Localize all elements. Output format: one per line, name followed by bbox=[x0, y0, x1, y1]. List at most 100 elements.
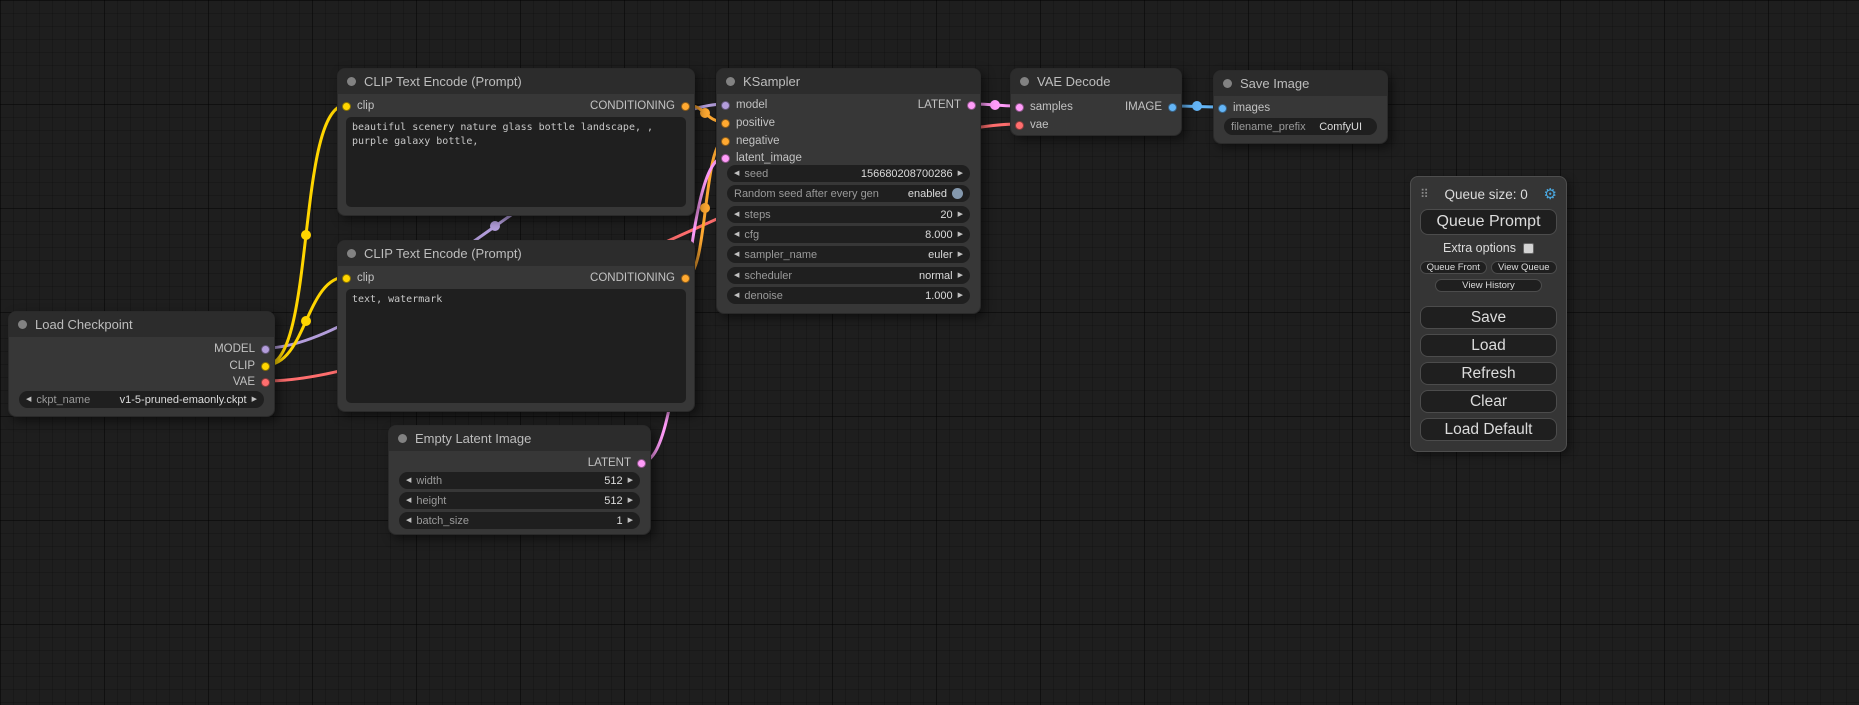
latent-slot-dot[interactable] bbox=[1015, 103, 1024, 112]
width-widget[interactable]: ◀ width 512 ▶ bbox=[399, 472, 640, 489]
queue-prompt-button[interactable]: Queue Prompt bbox=[1420, 209, 1557, 235]
arrow-left-icon[interactable]: ◀ bbox=[734, 231, 739, 238]
queue-panel[interactable]: ⠿ Queue size: 0 ⚙ Queue Prompt Extra opt… bbox=[1410, 176, 1567, 452]
node-clip-text-encode-positive[interactable]: CLIP Text Encode (Prompt) clip CONDITION… bbox=[337, 68, 695, 216]
link-midpoint-dot[interactable] bbox=[301, 316, 311, 326]
arrow-right-icon[interactable]: ▶ bbox=[958, 231, 963, 238]
slot-vae-input[interactable]: vae bbox=[1015, 117, 1049, 133]
slot-latent-output[interactable]: LATENT bbox=[918, 97, 976, 113]
model-slot-dot[interactable] bbox=[721, 101, 730, 110]
link-midpoint-dot[interactable] bbox=[990, 100, 1000, 110]
arrow-right-icon[interactable]: ▶ bbox=[958, 272, 963, 279]
arrow-left-icon[interactable]: ◀ bbox=[734, 211, 739, 218]
view-history-button[interactable]: View History bbox=[1435, 279, 1542, 292]
scheduler-widget[interactable]: ◀ scheduler normal ▶ bbox=[727, 267, 970, 284]
arrow-right-icon[interactable]: ▶ bbox=[628, 497, 633, 504]
image-slot-dot[interactable] bbox=[1168, 103, 1177, 112]
arrow-left-icon[interactable]: ◀ bbox=[734, 251, 739, 258]
link-midpoint-dot[interactable] bbox=[1192, 101, 1202, 111]
collapse-dot-icon[interactable] bbox=[347, 77, 356, 86]
vae-slot-dot[interactable] bbox=[1015, 121, 1024, 130]
conditioning-slot-dot[interactable] bbox=[681, 102, 690, 111]
view-queue-button[interactable]: View Queue bbox=[1491, 261, 1558, 274]
clip-slot-dot[interactable] bbox=[342, 102, 351, 111]
collapse-dot-icon[interactable] bbox=[726, 77, 735, 86]
vae-slot-dot[interactable] bbox=[261, 378, 270, 387]
drag-handle-icon[interactable]: ⠿ bbox=[1420, 187, 1429, 201]
link-midpoint-dot[interactable] bbox=[490, 221, 500, 231]
arrow-right-icon[interactable]: ▶ bbox=[628, 517, 633, 524]
slot-samples-input[interactable]: samples bbox=[1015, 99, 1073, 115]
arrow-right-icon[interactable]: ▶ bbox=[958, 170, 963, 177]
collapse-dot-icon[interactable] bbox=[1020, 77, 1029, 86]
arrow-left-icon[interactable]: ◀ bbox=[406, 477, 411, 484]
slot-model-output[interactable]: MODEL bbox=[214, 341, 270, 357]
sampler-name-widget[interactable]: ◀ sampler_name euler ▶ bbox=[727, 246, 970, 263]
node-empty-latent-image[interactable]: Empty Latent Image LATENT ◀ width 512 ▶ … bbox=[388, 425, 651, 535]
arrow-left-icon[interactable]: ◀ bbox=[734, 170, 739, 177]
node-titlebar[interactable]: Load Checkpoint bbox=[9, 312, 274, 337]
collapse-dot-icon[interactable] bbox=[347, 249, 356, 258]
clip-slot-dot[interactable] bbox=[342, 274, 351, 283]
clip-slot-dot[interactable] bbox=[261, 362, 270, 371]
steps-widget[interactable]: ◀ steps 20 ▶ bbox=[727, 206, 970, 223]
slot-latent-image-input[interactable]: latent_image bbox=[721, 150, 802, 166]
conditioning-slot-dot[interactable] bbox=[681, 274, 690, 283]
node-vae-decode[interactable]: VAE Decode samples vae IMAGE bbox=[1010, 68, 1182, 136]
arrow-left-icon[interactable]: ◀ bbox=[26, 396, 31, 403]
slot-vae-output[interactable]: VAE bbox=[233, 374, 270, 390]
node-titlebar[interactable]: Save Image bbox=[1214, 71, 1387, 96]
prompt-textarea[interactable]: beautiful scenery nature glass bottle la… bbox=[346, 117, 686, 207]
collapse-dot-icon[interactable] bbox=[1223, 79, 1232, 88]
height-widget[interactable]: ◀ height 512 ▶ bbox=[399, 492, 640, 509]
queue-front-button[interactable]: Queue Front bbox=[1420, 261, 1487, 274]
arrow-right-icon[interactable]: ▶ bbox=[958, 251, 963, 258]
slot-images-input[interactable]: images bbox=[1218, 100, 1270, 116]
slot-clip-input[interactable]: clip bbox=[342, 98, 374, 114]
cfg-widget[interactable]: ◀ cfg 8.000 ▶ bbox=[727, 226, 970, 243]
slot-positive-input[interactable]: positive bbox=[721, 115, 775, 131]
extra-options-checkbox[interactable] bbox=[1523, 243, 1534, 254]
random-seed-toggle-widget[interactable]: Random seed after every gen enabled bbox=[727, 185, 970, 202]
collapse-dot-icon[interactable] bbox=[398, 434, 407, 443]
model-slot-dot[interactable] bbox=[261, 345, 270, 354]
prompt-textarea[interactable]: text, watermark bbox=[346, 289, 686, 403]
link-midpoint-dot[interactable] bbox=[700, 203, 710, 213]
node-titlebar[interactable]: CLIP Text Encode (Prompt) bbox=[338, 69, 694, 94]
node-load-checkpoint[interactable]: Load Checkpoint MODEL CLIP VAE ◀ ckpt_na… bbox=[8, 311, 275, 417]
latent-slot-dot[interactable] bbox=[637, 459, 646, 468]
slot-latent-output[interactable]: LATENT bbox=[588, 455, 646, 471]
refresh-button[interactable]: Refresh bbox=[1420, 362, 1557, 385]
arrow-right-icon[interactable]: ▶ bbox=[628, 477, 633, 484]
load-default-button[interactable]: Load Default bbox=[1420, 418, 1557, 441]
arrow-right-icon[interactable]: ▶ bbox=[958, 292, 963, 299]
slot-conditioning-output[interactable]: CONDITIONING bbox=[590, 270, 690, 286]
link-midpoint-dot[interactable] bbox=[700, 108, 710, 118]
node-save-image[interactable]: Save Image images filename_prefix ComfyU… bbox=[1213, 70, 1388, 144]
arrow-right-icon[interactable]: ▶ bbox=[252, 396, 257, 403]
toggle-knob[interactable] bbox=[952, 188, 963, 199]
node-titlebar[interactable]: KSampler bbox=[717, 69, 980, 94]
arrow-left-icon[interactable]: ◀ bbox=[734, 292, 739, 299]
link-midpoint-dot[interactable] bbox=[301, 230, 311, 240]
ckpt-name-widget[interactable]: ◀ ckpt_name v1-5-pruned-emaonly.ckpt ▶ bbox=[19, 391, 264, 408]
clear-button[interactable]: Clear bbox=[1420, 390, 1557, 413]
arrow-right-icon[interactable]: ▶ bbox=[958, 211, 963, 218]
node-ksampler[interactable]: KSampler model positive negative latent_… bbox=[716, 68, 981, 314]
slot-conditioning-output[interactable]: CONDITIONING bbox=[590, 98, 690, 114]
save-button[interactable]: Save bbox=[1420, 306, 1557, 329]
arrow-left-icon[interactable]: ◀ bbox=[406, 497, 411, 504]
latent-slot-dot[interactable] bbox=[721, 154, 730, 163]
filename-prefix-widget[interactable]: filename_prefix ComfyUI bbox=[1224, 118, 1377, 135]
batch-size-widget[interactable]: ◀ batch_size 1 ▶ bbox=[399, 512, 640, 529]
arrow-left-icon[interactable]: ◀ bbox=[734, 272, 739, 279]
node-titlebar[interactable]: Empty Latent Image bbox=[389, 426, 650, 451]
collapse-dot-icon[interactable] bbox=[18, 320, 27, 329]
slot-image-output[interactable]: IMAGE bbox=[1125, 99, 1177, 115]
slot-clip-output[interactable]: CLIP bbox=[229, 358, 270, 374]
node-titlebar[interactable]: VAE Decode bbox=[1011, 69, 1181, 94]
conditioning-slot-dot[interactable] bbox=[721, 137, 730, 146]
slot-model-input[interactable]: model bbox=[721, 97, 767, 113]
node-titlebar[interactable]: CLIP Text Encode (Prompt) bbox=[338, 241, 694, 266]
load-button[interactable]: Load bbox=[1420, 334, 1557, 357]
